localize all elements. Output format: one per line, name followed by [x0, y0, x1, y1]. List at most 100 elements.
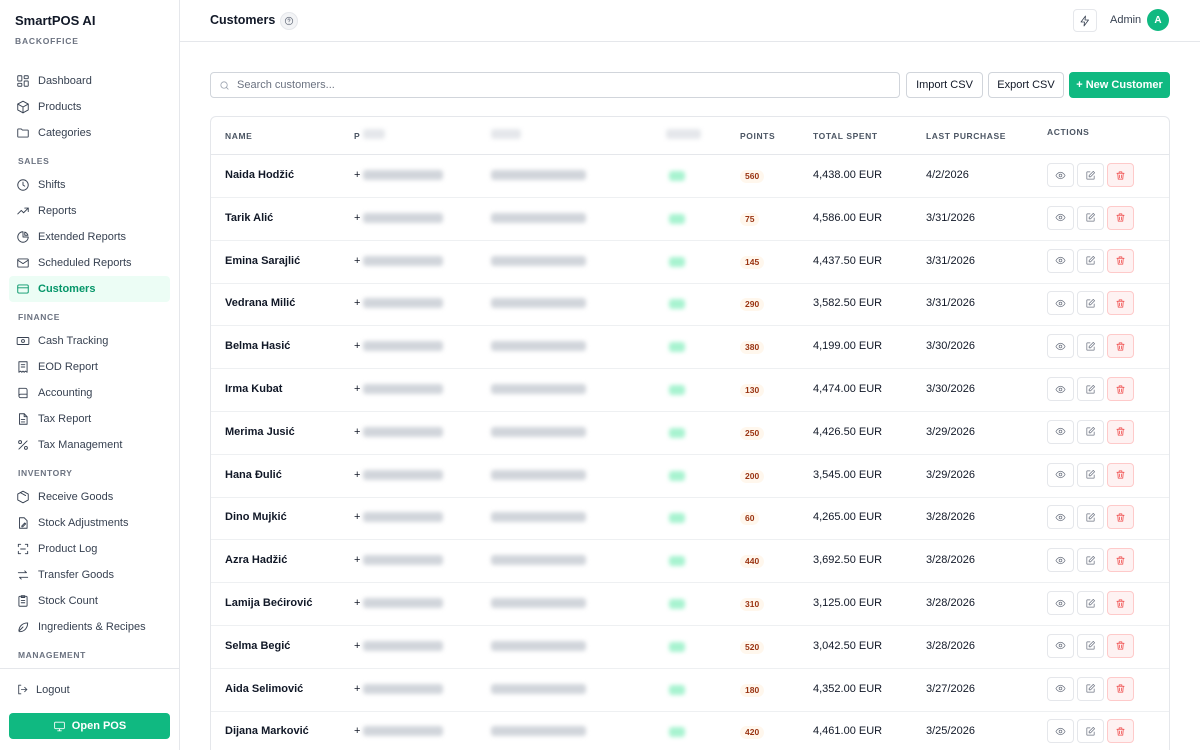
- edit-button[interactable]: [1077, 334, 1104, 359]
- table-row[interactable]: Emina Sarajlić +145 4,437.50 EUR 3/31/2026: [211, 241, 1169, 284]
- sidebar-item-product-log[interactable]: Product Log: [9, 536, 170, 562]
- edit-button[interactable]: [1077, 419, 1104, 444]
- edit-button[interactable]: [1077, 248, 1104, 273]
- column-header-name[interactable]: NAME: [225, 131, 252, 141]
- table-row[interactable]: Hana Đulić +200 3,545.00 EUR 3/29/2026: [211, 455, 1169, 498]
- sidebar-item-transfer-goods[interactable]: Transfer Goods: [9, 562, 170, 588]
- view-button[interactable]: [1047, 377, 1074, 401]
- edit-button[interactable]: [1077, 163, 1104, 187]
- view-button[interactable]: [1047, 548, 1074, 573]
- logout-button[interactable]: Logout: [16, 683, 70, 696]
- delete-button[interactable]: [1107, 419, 1134, 444]
- edit-button[interactable]: [1077, 591, 1104, 615]
- customer-name[interactable]: Belma Hasić: [225, 340, 290, 352]
- search-input[interactable]: [237, 79, 877, 91]
- delete-button[interactable]: [1107, 633, 1134, 658]
- view-button[interactable]: [1047, 334, 1074, 359]
- edit-button[interactable]: [1077, 291, 1104, 316]
- view-button[interactable]: [1047, 676, 1074, 701]
- view-button[interactable]: [1047, 291, 1074, 316]
- delete-button[interactable]: [1107, 334, 1134, 359]
- view-button[interactable]: [1047, 419, 1074, 444]
- delete-button[interactable]: [1107, 163, 1134, 187]
- table-row[interactable]: Aida Selimović +180 4,352.00 EUR 3/27/2026: [211, 669, 1169, 712]
- customer-name[interactable]: Tarik Alić: [225, 212, 273, 224]
- customer-name[interactable]: Merima Jusić: [225, 426, 295, 438]
- delete-button[interactable]: [1107, 205, 1134, 230]
- edit-button[interactable]: [1077, 676, 1104, 701]
- edit-button[interactable]: [1077, 548, 1104, 573]
- customer-name[interactable]: Naida Hodžić: [225, 169, 294, 181]
- customer-name[interactable]: Azra Hadžić: [225, 554, 287, 566]
- sidebar-item-reports[interactable]: Reports: [9, 198, 170, 224]
- view-button[interactable]: [1047, 719, 1074, 744]
- delete-button[interactable]: [1107, 377, 1134, 401]
- column-header-points[interactable]: POINTS: [740, 131, 775, 141]
- sidebar-item-cash-tracking[interactable]: Cash Tracking: [9, 328, 170, 354]
- edit-button[interactable]: [1077, 719, 1104, 744]
- sidebar-item-extended-reports[interactable]: Extended Reports: [9, 224, 170, 250]
- table-row[interactable]: Merima Jusić +250 4,426.50 EUR 3/29/2026: [211, 412, 1169, 455]
- import-csv-button[interactable]: Import CSV: [906, 72, 983, 98]
- view-button[interactable]: [1047, 163, 1074, 187]
- view-button[interactable]: [1047, 633, 1074, 658]
- sidebar-item-receive-goods[interactable]: Receive Goods: [9, 484, 170, 510]
- table-row[interactable]: Irma Kubat +130 4,474.00 EUR 3/30/2026: [211, 369, 1169, 412]
- delete-button[interactable]: [1107, 291, 1134, 316]
- sidebar-item-shifts[interactable]: Shifts: [9, 172, 170, 198]
- table-row[interactable]: Dino Mujkić +60 4,265.00 EUR 3/28/2026: [211, 497, 1169, 541]
- view-button[interactable]: [1047, 505, 1074, 530]
- customer-name[interactable]: Dino Mujkić: [225, 511, 287, 523]
- edit-button[interactable]: [1077, 462, 1104, 487]
- column-header-last-purchase[interactable]: LAST PURCHASE: [926, 131, 1006, 141]
- customer-name[interactable]: Lamija Bećirović: [225, 597, 312, 609]
- sidebar-item-ingredients-recipes[interactable]: Ingredients & Recipes: [9, 614, 170, 640]
- search-box[interactable]: [210, 72, 900, 98]
- table-row[interactable]: Azra Hadžić +440 3,692.50 EUR 3/28/2026: [211, 540, 1169, 584]
- help-icon[interactable]: [280, 12, 298, 30]
- customer-name[interactable]: Vedrana Milić: [225, 297, 295, 309]
- table-row[interactable]: Dijana Marković +420 4,461.00 EUR 3/25/2026: [211, 711, 1169, 750]
- sidebar-item-dashboard[interactable]: Dashboard: [9, 68, 170, 94]
- table-row[interactable]: Naida Hodžić +560 4,438.00 EUR 4/2/2026: [211, 155, 1169, 198]
- delete-button[interactable]: [1107, 505, 1134, 530]
- delete-button[interactable]: [1107, 462, 1134, 487]
- sidebar-item-customers[interactable]: Customers: [9, 276, 170, 302]
- table-row[interactable]: Tarik Alić +75 4,586.00 EUR 3/31/2026: [211, 198, 1169, 241]
- column-header-total-spent[interactable]: TOTAL SPENT: [813, 131, 878, 141]
- sidebar-item-eod-report[interactable]: EOD Report: [9, 354, 170, 380]
- sidebar-item-tax-report[interactable]: Tax Report: [9, 406, 170, 432]
- customer-name[interactable]: Emina Sarajlić: [225, 255, 300, 267]
- column-header-phone[interactable]: P: [354, 131, 360, 141]
- edit-button[interactable]: [1077, 377, 1104, 401]
- view-button[interactable]: [1047, 591, 1074, 615]
- table-row[interactable]: Selma Begić +520 3,042.50 EUR 3/28/2026: [211, 626, 1169, 669]
- sidebar-item-stock-adjustments[interactable]: Stock Adjustments: [9, 510, 170, 536]
- delete-button[interactable]: [1107, 676, 1134, 701]
- table-row[interactable]: Belma Hasić +380 4,199.00 EUR 3/30/2026: [211, 326, 1169, 370]
- sidebar-item-stock-count[interactable]: Stock Count: [9, 588, 170, 614]
- sidebar-item-scheduled-reports[interactable]: Scheduled Reports: [9, 250, 170, 276]
- view-button[interactable]: [1047, 248, 1074, 273]
- sidebar-item-products[interactable]: Products: [9, 94, 170, 120]
- avatar[interactable]: A: [1147, 9, 1169, 31]
- customer-name[interactable]: Hana Đulić: [225, 469, 282, 481]
- edit-button[interactable]: [1077, 505, 1104, 530]
- delete-button[interactable]: [1107, 548, 1134, 573]
- customer-name[interactable]: Aida Selimović: [225, 683, 303, 695]
- table-row[interactable]: Vedrana Milić +290 3,582.50 EUR 3/31/2026: [211, 283, 1169, 327]
- sidebar-item-categories[interactable]: Categories: [9, 120, 170, 146]
- quick-actions-button[interactable]: [1073, 9, 1097, 32]
- open-pos-button[interactable]: Open POS: [9, 713, 170, 739]
- user-name[interactable]: Admin: [1110, 14, 1141, 26]
- edit-button[interactable]: [1077, 205, 1104, 230]
- delete-button[interactable]: [1107, 248, 1134, 273]
- delete-button[interactable]: [1107, 719, 1134, 744]
- customer-name[interactable]: Selma Begić: [225, 640, 290, 652]
- view-button[interactable]: [1047, 462, 1074, 487]
- sidebar-item-tax-management[interactable]: Tax Management: [9, 432, 170, 458]
- customer-name[interactable]: Irma Kubat: [225, 383, 282, 395]
- delete-button[interactable]: [1107, 591, 1134, 615]
- new-customer-button[interactable]: + New Customer: [1069, 72, 1170, 98]
- table-row[interactable]: Lamija Bećirović +310 3,125.00 EUR 3/28/202…: [211, 583, 1169, 626]
